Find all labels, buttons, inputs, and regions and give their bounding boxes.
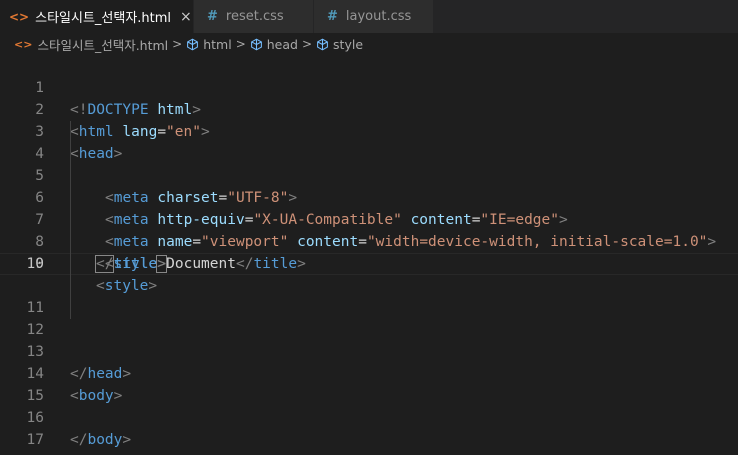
symbol-element-icon bbox=[250, 38, 262, 50]
indent-guide bbox=[70, 143, 71, 165]
symbol-element-icon bbox=[317, 38, 328, 50]
code-line[interactable]: 9 bbox=[0, 231, 738, 272]
html-file-icon: <> bbox=[14, 37, 33, 51]
line-number: 17 bbox=[26, 432, 44, 448]
token-bracket: > bbox=[122, 432, 132, 448]
code-line-current[interactable]: 10 </style> bbox=[0, 253, 738, 275]
breadcrumb-item-head[interactable]: head bbox=[267, 37, 298, 52]
close-icon[interactable]: × bbox=[180, 9, 192, 25]
tab-html-file[interactable]: <> 스타일시트_선택자.html × bbox=[0, 0, 194, 33]
tab-bar: <> 스타일시트_선택자.html × # reset.css # layout… bbox=[0, 0, 738, 33]
indent-guide bbox=[70, 209, 71, 231]
symbol-element-icon bbox=[187, 38, 199, 50]
code-line[interactable]: 16 </body> bbox=[0, 385, 738, 448]
token-bracket: </ bbox=[70, 432, 88, 448]
breadcrumb-item-style[interactable]: style bbox=[333, 37, 363, 52]
chevron-right-icon: > bbox=[235, 37, 246, 51]
tab-reset-css[interactable]: # reset.css bbox=[194, 0, 314, 33]
indent-guide bbox=[70, 275, 71, 297]
code-line[interactable]: 11 bbox=[0, 275, 738, 316]
line-number: 10 bbox=[26, 256, 44, 272]
line-code: </html> bbox=[70, 451, 131, 455]
tab-label: reset.css bbox=[225, 9, 284, 24]
tab-layout-css[interactable]: # layout.css bbox=[314, 0, 434, 33]
code-line[interactable]: 15 bbox=[0, 363, 738, 404]
code-editor[interactable]: 1 <!DOCTYPE html> 2 <html lang="en"> 3 <… bbox=[0, 55, 738, 455]
chevron-right-icon: > bbox=[172, 37, 183, 51]
breadcrumb-file[interactable]: 스타일시트_선택자.html bbox=[37, 35, 168, 54]
line-code: </body> bbox=[70, 429, 131, 451]
line-code: </style> bbox=[94, 253, 167, 275]
code-line[interactable]: 8 <style> bbox=[0, 209, 738, 294]
tab-label: 스타일시트_선택자.html bbox=[35, 11, 172, 26]
code-line[interactable]: 13 </head> bbox=[0, 319, 738, 382]
code-line[interactable]: 5 <meta http-equiv="X-UA-Compatible" con… bbox=[0, 143, 738, 228]
indent-guide bbox=[70, 231, 71, 253]
code-line[interactable]: 6 <meta name="viewport" content="width=d… bbox=[0, 165, 738, 250]
css-file-icon: # bbox=[207, 9, 218, 24]
code-line[interactable]: 4 <meta charset="UTF-8"> bbox=[0, 121, 738, 206]
token-tag: style bbox=[113, 256, 158, 272]
tab-label: layout.css bbox=[345, 9, 412, 24]
html-file-icon: <> bbox=[9, 9, 30, 24]
indent-guide bbox=[70, 165, 71, 187]
indent-guide bbox=[70, 187, 71, 209]
code-line[interactable]: 14 <body> bbox=[0, 341, 738, 404]
css-file-icon: # bbox=[327, 9, 338, 24]
code-line[interactable]: 1 <!DOCTYPE html> bbox=[0, 55, 738, 118]
code-line[interactable]: 17 </html> bbox=[0, 407, 738, 455]
code-line[interactable]: 12 bbox=[0, 297, 738, 338]
indent-guide bbox=[70, 297, 71, 319]
indent-guide bbox=[70, 121, 71, 143]
token-bracket: </ bbox=[94, 255, 115, 273]
token-tag: body bbox=[87, 432, 123, 448]
code-line[interactable]: 3 <head> bbox=[0, 99, 738, 162]
code-line[interactable]: 7 <title>Document</title> bbox=[0, 187, 738, 272]
token-bracket: > bbox=[156, 255, 167, 273]
indent-guide bbox=[70, 253, 71, 275]
code-line[interactable]: 2 <html lang="en"> bbox=[0, 77, 738, 140]
breadcrumb-item-html[interactable]: html bbox=[203, 37, 231, 52]
chevron-right-icon: > bbox=[301, 37, 313, 51]
breadcrumb: <> 스타일시트_선택자.html > html > head > style bbox=[0, 33, 738, 55]
